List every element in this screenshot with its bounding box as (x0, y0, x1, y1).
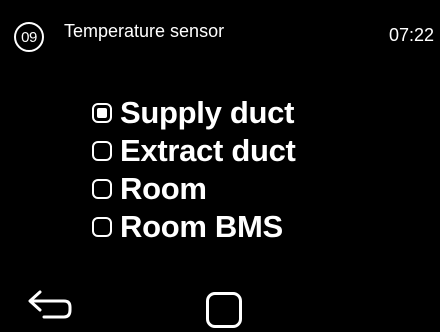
option-supply-duct[interactable]: Supply duct (92, 94, 296, 132)
option-label: Room BMS (120, 209, 283, 244)
menu-number-badge: 09 (14, 22, 44, 52)
radio-unchecked-icon (92, 217, 112, 237)
back-button[interactable] (26, 284, 76, 324)
radio-checked-icon (92, 103, 112, 123)
option-extract-duct[interactable]: Extract duct (92, 132, 296, 170)
confirm-button[interactable] (206, 292, 242, 328)
option-label: Extract duct (120, 133, 296, 168)
sensor-options-list: Supply duct Extract duct Room Room BMS (92, 94, 296, 246)
option-label: Supply duct (120, 95, 295, 130)
back-arrow-icon (28, 290, 72, 319)
option-label: Room (120, 171, 207, 206)
radio-unchecked-icon (92, 179, 112, 199)
screen: 09 Temperature sensor 07:22 Supply duct … (0, 0, 440, 332)
option-room[interactable]: Room (92, 170, 296, 208)
radio-unchecked-icon (92, 141, 112, 161)
page-title: Temperature sensor (64, 21, 225, 41)
menu-number: 09 (21, 28, 37, 46)
header: 09 Temperature sensor 07:22 (0, 0, 440, 60)
clock: 07:22 (388, 25, 434, 45)
option-room-bms[interactable]: Room BMS (92, 208, 296, 246)
